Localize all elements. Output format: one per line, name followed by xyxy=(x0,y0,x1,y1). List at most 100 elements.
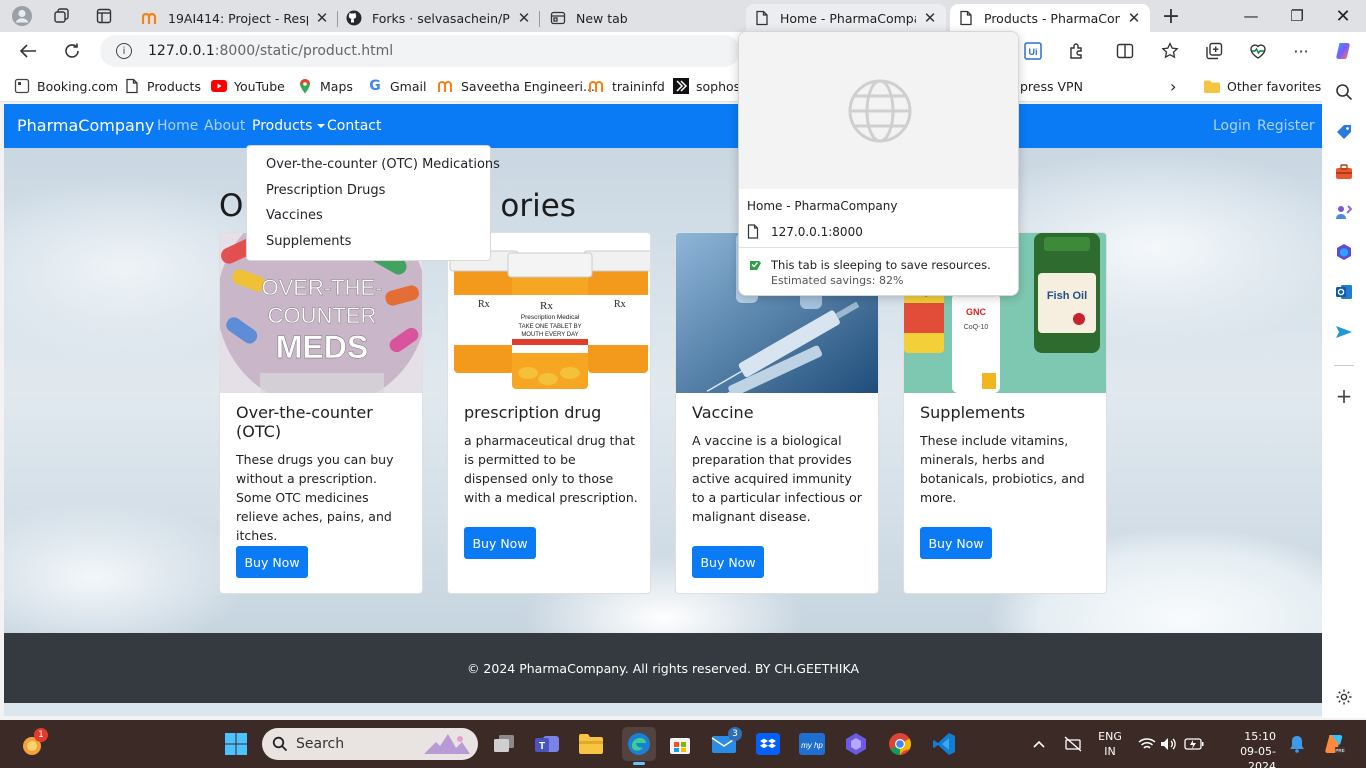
volume-icon[interactable] xyxy=(1158,730,1180,758)
nav-about[interactable]: About xyxy=(204,118,245,134)
workspaces-icon[interactable] xyxy=(51,5,73,27)
battery-icon[interactable] xyxy=(1182,730,1206,758)
myhp-icon[interactable]: my hp xyxy=(798,730,826,758)
shopping-tag-icon[interactable] xyxy=(1333,121,1355,143)
address-bar[interactable]: i 127.0.0.1:8000/static/product.html xyxy=(100,35,740,67)
tab-title: New tab xyxy=(576,10,628,26)
info-icon[interactable]: i xyxy=(116,43,132,59)
copilot-preview-icon[interactable]: PRE xyxy=(1320,730,1348,758)
other-favorites[interactable]: Other favorites xyxy=(1204,77,1321,95)
copilot-icon[interactable] xyxy=(1333,40,1355,62)
bookmark-youtube[interactable]: YouTube xyxy=(211,77,285,95)
globe-icon xyxy=(847,78,913,144)
send-icon[interactable] xyxy=(1333,321,1355,343)
language-indicator[interactable]: ENG IN xyxy=(1092,729,1128,759)
edge-icon[interactable] xyxy=(622,727,656,765)
clock[interactable]: 15:10 09-05-2024 xyxy=(1214,729,1276,768)
buy-now-button[interactable]: Buy Now xyxy=(920,527,992,559)
screenshot-icon[interactable]: Ui xyxy=(1022,40,1044,62)
site-footer: © 2024 PharmaCompany. All rights reserve… xyxy=(4,633,1322,703)
nav-contact[interactable]: Contact xyxy=(327,118,381,134)
back-icon[interactable] xyxy=(12,36,44,66)
close-tab-icon[interactable]: ✕ xyxy=(314,9,330,27)
close-tab-icon[interactable]: ✕ xyxy=(922,9,938,27)
chevron-up-icon[interactable] xyxy=(1026,730,1052,758)
chrome-icon[interactable] xyxy=(886,730,914,758)
site-brand[interactable]: PharmaCompany xyxy=(17,116,154,135)
buy-now-button[interactable]: Buy Now xyxy=(464,527,536,559)
nav-products[interactable]: Products xyxy=(252,118,326,134)
network-off-icon[interactable] xyxy=(1060,730,1086,758)
file-explorer-icon[interactable] xyxy=(577,730,605,758)
nav-login[interactable]: Login xyxy=(1213,118,1251,134)
bookmark-maps[interactable]: Maps xyxy=(297,77,353,95)
add-icon[interactable]: + xyxy=(1333,384,1355,408)
profile-icon[interactable] xyxy=(11,5,33,27)
buy-now-button[interactable]: Buy Now xyxy=(236,546,308,578)
tab-forks[interactable]: Forks · selvasachein/Pharm ✕ xyxy=(338,4,540,32)
dropdown-item-supplements[interactable]: Supplements xyxy=(247,229,490,255)
tab-project[interactable]: 19AI414: Project - Respon ✕ xyxy=(134,4,338,32)
outlook-icon[interactable] xyxy=(1333,281,1355,303)
wifi-icon[interactable] xyxy=(1136,730,1158,758)
favorites-star-icon[interactable] xyxy=(1159,40,1181,62)
weather-widget-icon[interactable]: 1 xyxy=(18,728,48,758)
split-screen-icon[interactable] xyxy=(1114,40,1136,62)
tab-actions-icon[interactable] xyxy=(93,5,115,27)
card-title: Over-the-counter (OTC) xyxy=(236,403,373,441)
dropbox-icon[interactable] xyxy=(754,730,782,758)
store-icon[interactable] xyxy=(666,730,694,758)
close-window-icon[interactable]: ✕ xyxy=(1320,0,1366,32)
more-options-icon[interactable]: ··· xyxy=(1290,40,1312,62)
minimize-icon[interactable]: — xyxy=(1228,0,1274,32)
app-hexagon-icon[interactable] xyxy=(842,730,870,758)
taskbar-search[interactable]: Search xyxy=(262,728,478,760)
booking-icon xyxy=(14,78,30,94)
sidebar-divider xyxy=(1334,365,1354,366)
bookmark-saveetha[interactable]: Saveetha Engineeri... xyxy=(438,77,595,95)
dropdown-item-prescription[interactable]: Prescription Drugs xyxy=(247,178,490,204)
card-text: These include vitamins, minerals, herbs … xyxy=(920,433,1085,505)
estimated-savings: Estimated savings: 82% xyxy=(771,274,904,287)
heading-visible-end: ories xyxy=(500,188,576,224)
tools-icon[interactable] xyxy=(1333,161,1355,183)
refresh-icon[interactable] xyxy=(56,36,88,66)
rx-label-left: Rx xyxy=(478,299,490,310)
extensions-icon[interactable] xyxy=(1066,40,1088,62)
games-icon[interactable] xyxy=(1333,201,1355,223)
settings-gear-icon[interactable] xyxy=(1333,686,1355,708)
bookmark-booking[interactable]: Booking.com xyxy=(14,77,118,95)
tab-title: Products - PharmaCompa xyxy=(984,10,1120,26)
moodle-icon xyxy=(438,78,454,94)
close-tab-icon[interactable]: ✕ xyxy=(516,9,532,27)
task-view-icon[interactable] xyxy=(490,730,518,758)
bookmark-gmail[interactable]: G Gmail xyxy=(367,77,426,95)
chevron-right-icon[interactable]: › xyxy=(1170,77,1176,96)
dropdown-item-vaccines[interactable]: Vaccines xyxy=(247,203,490,229)
search-icon[interactable] xyxy=(1333,81,1355,103)
tab-products[interactable]: Products - PharmaCompa ✕ xyxy=(950,4,1150,32)
bookmark-traininfd[interactable]: traininfd xyxy=(589,77,665,95)
vscode-icon[interactable] xyxy=(930,730,958,758)
bookmark-vpn[interactable]: press VPN xyxy=(1020,77,1083,95)
tab-home[interactable]: Home - PharmaCompany ✕ xyxy=(746,4,946,32)
restore-icon[interactable]: ❐ xyxy=(1274,0,1320,32)
teams-icon[interactable]: T xyxy=(533,730,561,758)
mail-icon[interactable]: 3 xyxy=(710,727,742,758)
buy-now-button[interactable]: Buy Now xyxy=(692,546,764,578)
close-tab-icon[interactable]: ✕ xyxy=(1126,9,1142,27)
new-tab-button[interactable]: + xyxy=(1160,4,1182,29)
notification-bell-icon[interactable] xyxy=(1286,730,1308,758)
dropdown-item-otc[interactable]: Over-the-counter (OTC) Medications xyxy=(247,152,500,178)
collections-icon[interactable] xyxy=(1203,40,1225,62)
nav-home[interactable]: Home xyxy=(157,118,198,134)
nav-register[interactable]: Register xyxy=(1257,118,1315,134)
tab-newtab[interactable]: New tab xyxy=(542,4,742,32)
start-icon[interactable] xyxy=(222,730,250,758)
bookmark-products[interactable]: Products xyxy=(124,77,201,95)
bookmark-sophos[interactable]: sophos xyxy=(673,77,740,95)
browser-essentials-icon[interactable] xyxy=(1247,40,1269,62)
bookmark-label: YouTube xyxy=(234,78,285,94)
svg-text:my hp: my hp xyxy=(801,741,823,750)
office-icon[interactable] xyxy=(1333,241,1355,263)
